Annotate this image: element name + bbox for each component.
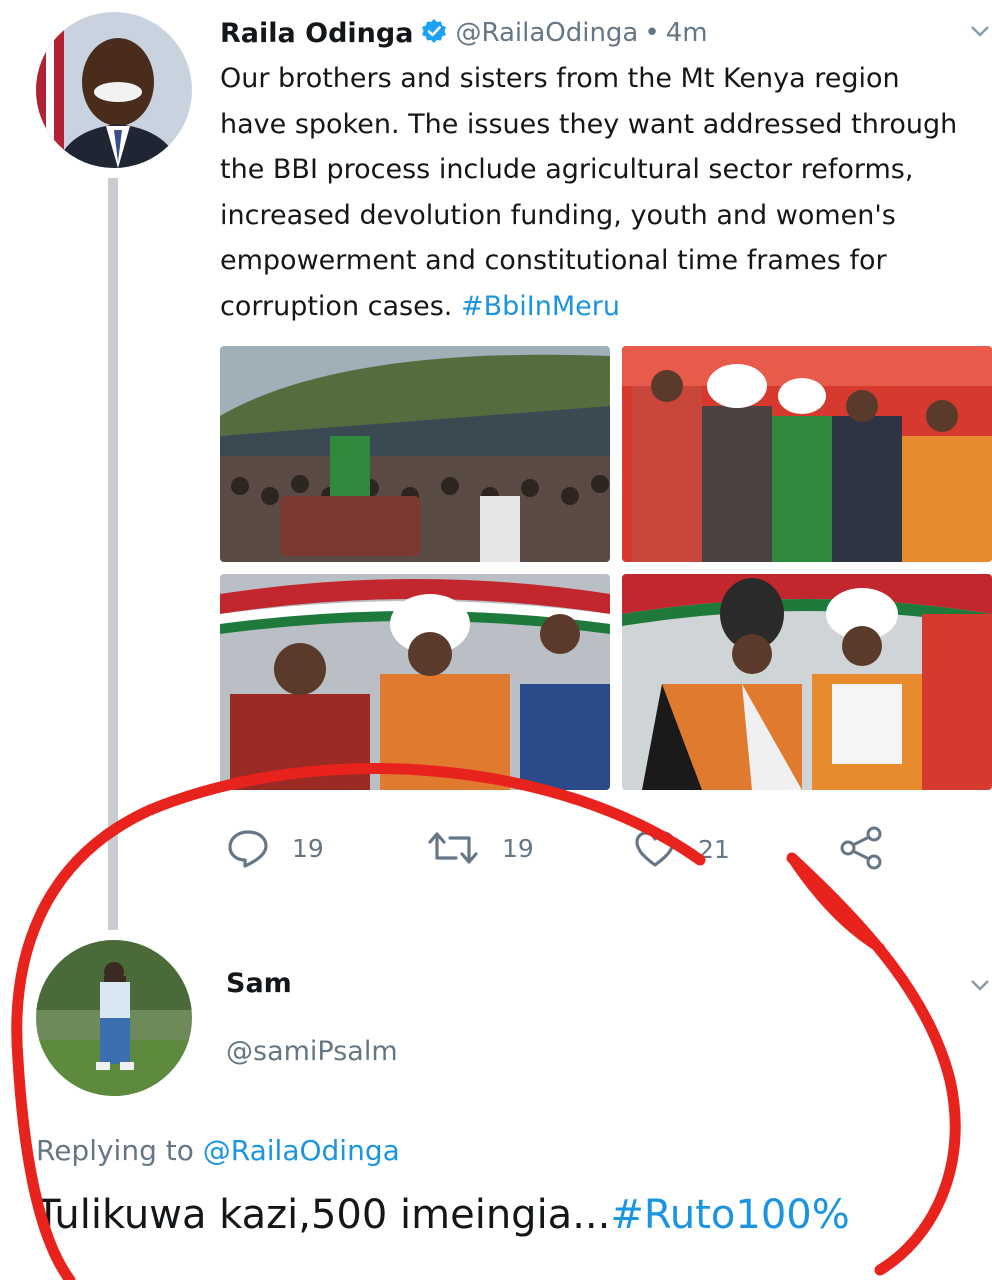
author-name[interactable]: Raila Odinga — [220, 18, 413, 49]
like-button[interactable]: 21 — [634, 830, 730, 868]
leaders-seated-photo[interactable] — [220, 574, 610, 790]
heart-icon — [635, 831, 675, 867]
reply-body: Tulikuwa kazi,500 imeingia... — [36, 1192, 611, 1238]
thread-line — [108, 178, 118, 930]
replying-label: Replying to — [36, 1134, 203, 1167]
reply-count: 19 — [292, 833, 324, 863]
tweet-text: Our brothers and sisters from the Mt Ken… — [220, 56, 992, 329]
separator-dot: • — [644, 18, 660, 48]
leaders-with-microphone-photo[interactable] — [622, 346, 992, 562]
verified-badge-icon — [421, 18, 447, 48]
stadium-rally-photo[interactable] — [220, 346, 610, 562]
author-avatar[interactable] — [36, 12, 192, 168]
reply-author-name[interactable]: Sam — [226, 968, 292, 999]
replying-to-line: Replying to @RailaOdinga — [36, 1134, 400, 1167]
tweet-header: Raila Odinga @RailaOdinga • 4m — [220, 12, 708, 54]
retweet-count: 19 — [502, 833, 534, 863]
retweet-button[interactable]: 19 — [426, 830, 534, 866]
share-button[interactable] — [838, 824, 886, 872]
elders-in-traditional-attire-photo[interactable] — [622, 574, 992, 790]
reply-button[interactable]: 19 — [226, 828, 324, 868]
tweet-menu-chevron-icon[interactable] — [968, 22, 992, 46]
hashtag-link[interactable]: #BbiInMeru — [461, 291, 620, 322]
reply-text: Tulikuwa kazi,500 imeingia...#Ruto100% — [36, 1192, 850, 1238]
replying-mention-link[interactable]: @RailaOdinga — [203, 1134, 400, 1167]
tweet-time[interactable]: 4m — [666, 18, 708, 48]
reply-menu-chevron-icon[interactable] — [968, 976, 992, 1000]
like-count: 21 — [698, 834, 730, 864]
reply-hashtag-link[interactable]: #Ruto100% — [610, 1192, 849, 1238]
author-handle[interactable]: @RailaOdinga — [455, 18, 638, 48]
reply-icon — [228, 830, 268, 868]
reply-author-handle[interactable]: @samiPsalm — [226, 1036, 398, 1067]
tweet-body: Our brothers and sisters from the Mt Ken… — [220, 63, 958, 322]
share-icon — [840, 826, 882, 870]
retweet-icon — [428, 832, 478, 864]
reply-author-avatar[interactable] — [36, 940, 192, 1096]
